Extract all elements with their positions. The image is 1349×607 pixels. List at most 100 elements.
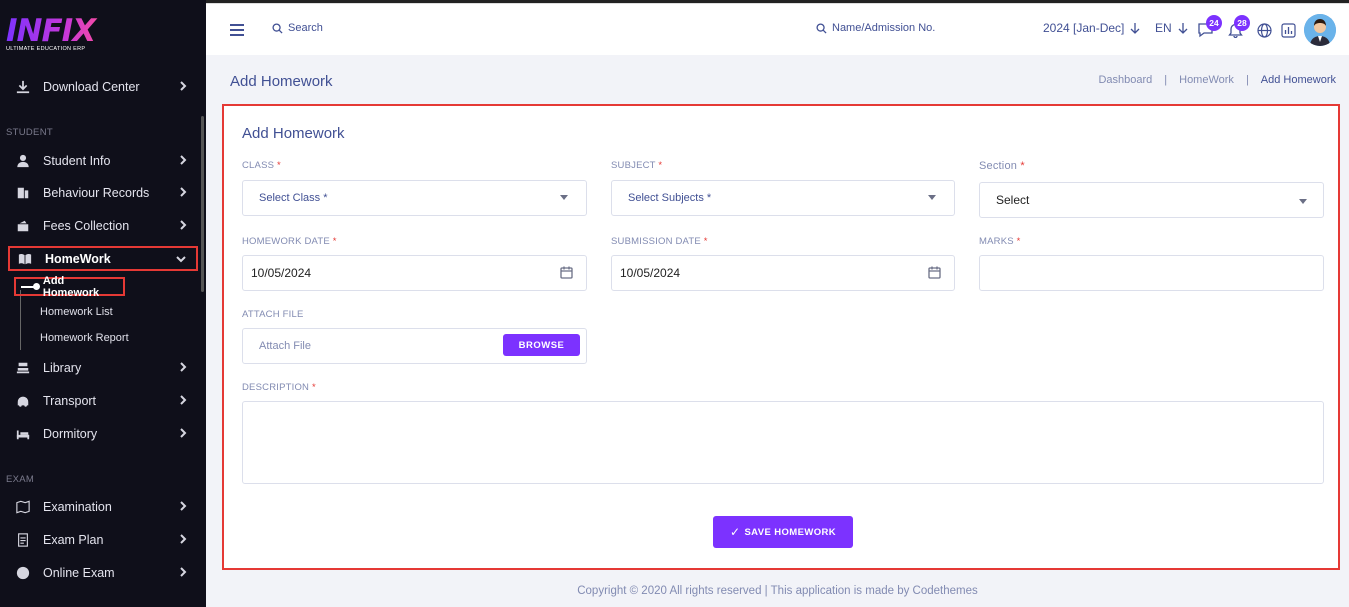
search-icon xyxy=(272,22,283,34)
language-selector[interactable]: EN xyxy=(1155,21,1188,35)
section-label-exam: EXAM xyxy=(6,474,35,485)
transport-icon xyxy=(15,393,31,409)
chevron-right-icon xyxy=(178,361,190,373)
subject-select[interactable]: Select Subjects * xyxy=(611,180,955,216)
marks-input[interactable] xyxy=(979,255,1324,291)
calendar-icon[interactable] xyxy=(928,266,941,279)
sidebar-item-library[interactable]: Library xyxy=(8,356,198,380)
user-icon xyxy=(15,153,31,169)
subject-label: SUBJECT * xyxy=(611,160,663,171)
avatar-icon xyxy=(1304,14,1336,46)
breadcrumb: Dashboard | HomeWork | Add Homework xyxy=(1098,74,1336,86)
sidebar-item-label: Exam Plan xyxy=(43,533,104,547)
sidebar-item-examination[interactable]: Examination xyxy=(8,495,198,519)
save-homework-button[interactable]: ✓ SAVE HOMEWORK xyxy=(713,516,853,548)
sidebar-item-label: Library xyxy=(43,361,82,375)
bed-icon xyxy=(15,426,31,442)
notifications-button[interactable]: 28 xyxy=(1228,15,1250,39)
sidebar-item-label: Student Info xyxy=(43,154,111,168)
session-selector[interactable]: 2024 [Jan-Dec] xyxy=(1043,21,1140,35)
search-trigger[interactable]: Search xyxy=(272,22,323,34)
class-select[interactable]: Select Class * xyxy=(242,180,587,216)
sidebar-item-label: HomeWork xyxy=(45,251,111,266)
form-title: Add Homework xyxy=(242,125,345,142)
sidebar-item-fees-collection[interactable]: Fees Collection xyxy=(8,214,198,238)
dashboard-stats-button[interactable] xyxy=(1281,23,1296,38)
plan-icon xyxy=(15,532,31,548)
user-avatar[interactable] xyxy=(1304,14,1336,46)
calendar-icon[interactable] xyxy=(560,266,573,279)
chevron-down-icon xyxy=(176,253,188,265)
brand-logo[interactable]: INFIX ULTIMATE EDUCATION ERP xyxy=(6,14,106,58)
map-icon xyxy=(15,499,31,515)
language-label: EN xyxy=(1155,21,1172,35)
sidebar-item-exam-plan[interactable]: Exam Plan xyxy=(8,528,198,552)
caret-down-icon xyxy=(1299,199,1307,204)
browse-button[interactable]: BROWSE xyxy=(503,334,580,356)
website-button[interactable] xyxy=(1257,23,1272,38)
section-select-value: Select xyxy=(996,193,1030,207)
sidebar-item-dormitory[interactable]: Dormitory xyxy=(8,422,198,446)
class-label: CLASS * xyxy=(242,160,281,171)
sidebar-item-online-exam[interactable]: Online Exam xyxy=(8,561,198,585)
sidebar-subitem-homework-report[interactable]: Homework Report xyxy=(40,332,129,344)
chevron-right-icon xyxy=(178,566,190,578)
menu-toggle-icon[interactable] xyxy=(230,24,244,36)
messages-button[interactable]: 24 xyxy=(1197,15,1222,39)
records-icon xyxy=(15,185,31,201)
book-icon xyxy=(17,251,33,267)
homework-date-value: 10/05/2024 xyxy=(251,266,312,280)
breadcrumb-dashboard[interactable]: Dashboard xyxy=(1098,74,1152,86)
chevron-right-icon xyxy=(178,186,190,198)
admission-search[interactable]: Name/Admission No. xyxy=(816,22,935,34)
breadcrumb-current: Add Homework xyxy=(1260,74,1336,86)
sidebar-item-student-info[interactable]: Student Info xyxy=(8,149,198,173)
chevron-right-icon xyxy=(178,394,190,406)
chart-icon xyxy=(1281,23,1296,38)
arrow-down-icon xyxy=(1178,22,1188,34)
section-label-student: STUDENT xyxy=(6,127,53,138)
globe-icon xyxy=(15,565,31,581)
sidebar-item-homework[interactable]: HomeWork xyxy=(8,246,198,271)
sidebar-item-label: Online Exam xyxy=(43,566,115,580)
chevron-right-icon xyxy=(178,219,190,231)
globe-icon xyxy=(1257,23,1272,38)
breadcrumb-separator: | xyxy=(1245,74,1249,86)
library-icon xyxy=(15,360,31,376)
sidebar-item-transport[interactable]: Transport xyxy=(8,389,198,413)
sidebar-subitem-label: Add Homework xyxy=(42,274,100,299)
admission-search-label: Name/Admission No. xyxy=(832,22,936,34)
attach-file-placeholder: Attach File xyxy=(259,340,311,352)
fees-icon xyxy=(15,218,31,234)
sidebar-item-behaviour-records[interactable]: Behaviour Records xyxy=(8,181,198,205)
homework-date-input[interactable]: 10/05/2024 xyxy=(242,255,587,291)
breadcrumb-separator: | xyxy=(1164,74,1168,86)
sidebar-item-download-center[interactable]: Download Center xyxy=(8,75,198,99)
search-icon xyxy=(816,22,827,34)
save-homework-label: SAVE HOMEWORK xyxy=(744,526,837,538)
description-textarea[interactable] xyxy=(242,401,1324,484)
sidebar-item-label: Behaviour Records xyxy=(43,186,150,200)
footer-copyright: Copyright © 2020 All rights reserved | T… xyxy=(577,585,978,597)
sidebar-item-label: Transport xyxy=(43,394,97,408)
sidebar: INFIX ULTIMATE EDUCATION ERP Download Ce… xyxy=(0,0,206,607)
top-header: Search Name/Admission No. 2024 [Jan-Dec]… xyxy=(206,3,1349,55)
session-label: 2024 [Jan-Dec] xyxy=(1043,21,1125,35)
active-indicator-icon xyxy=(21,282,40,290)
submission-date-value: 10/05/2024 xyxy=(620,266,681,280)
sidebar-scrollbar[interactable] xyxy=(201,116,204,292)
download-icon xyxy=(15,79,31,95)
sidebar-subitem-add-homework[interactable]: Add Homework xyxy=(14,274,125,299)
subject-select-value: Select Subjects * xyxy=(628,192,712,204)
homework-date-label: HOMEWORK DATE * xyxy=(242,236,337,247)
chevron-right-icon xyxy=(178,154,190,166)
sidebar-subitem-homework-list[interactable]: Homework List xyxy=(40,306,113,318)
submission-date-input[interactable]: 10/05/2024 xyxy=(611,255,955,291)
sidebar-item-label: Dormitory xyxy=(43,427,98,441)
brand-name: INFIX xyxy=(6,14,106,48)
search-label: Search xyxy=(288,22,323,34)
breadcrumb-homework[interactable]: HomeWork xyxy=(1179,74,1234,86)
section-select[interactable]: Select xyxy=(979,182,1324,218)
chevron-right-icon xyxy=(178,533,190,545)
caret-down-icon xyxy=(928,195,936,200)
